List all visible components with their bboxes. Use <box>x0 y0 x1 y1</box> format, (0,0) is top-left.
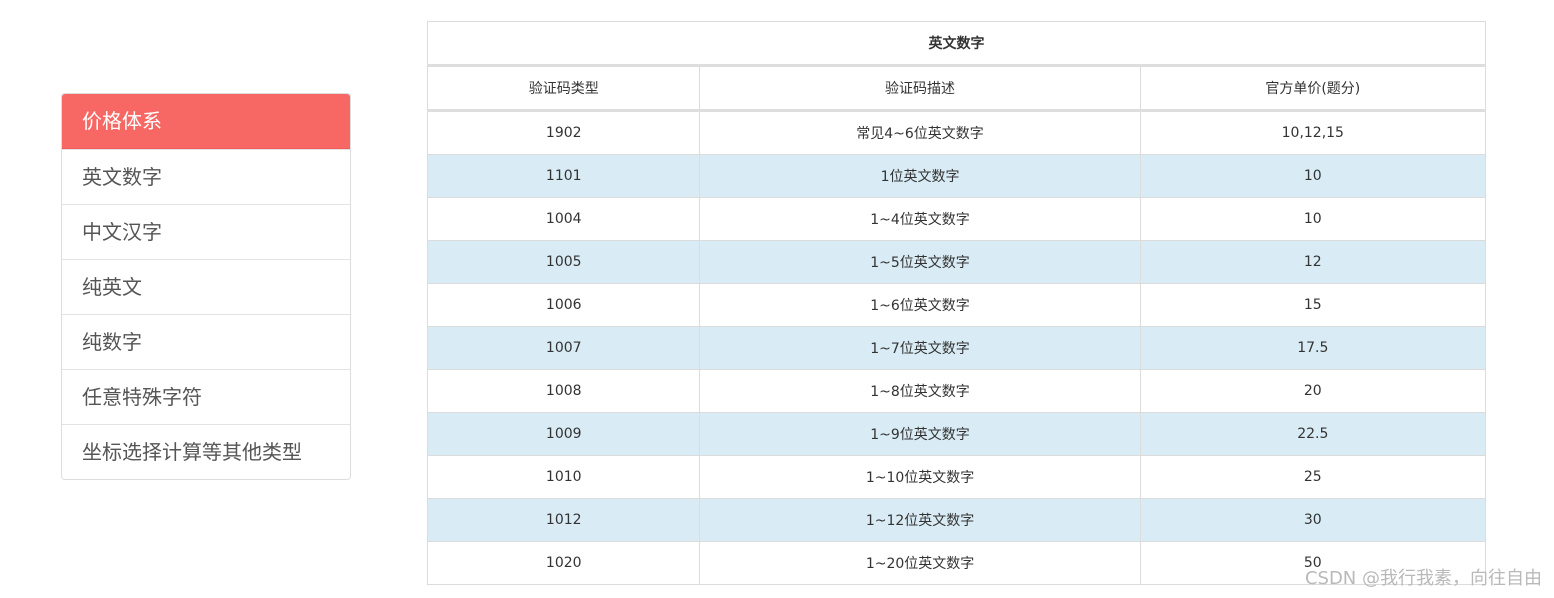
cell-description: 1~8位英文数字 <box>699 369 1141 413</box>
cell-type: 1012 <box>426 498 701 542</box>
sidebar-header: 价格体系 <box>62 94 350 149</box>
cell-description: 1~9位英文数字 <box>699 412 1141 456</box>
price-table: 英文数字 验证码类型 验证码描述 官方单价(题分) 1902 常见4~6位英文数… <box>426 21 1487 585</box>
table-row: 1012 1~12位英文数字 30 <box>426 498 1487 542</box>
table-row: 1005 1~5位英文数字 12 <box>426 240 1487 284</box>
cell-type: 1101 <box>426 154 701 198</box>
sidebar-item-chinese[interactable]: 中文汉字 <box>62 204 350 259</box>
cell-type: 1005 <box>426 240 701 284</box>
cell-price: 15 <box>1139 283 1487 327</box>
sidebar-item-other-types[interactable]: 坐标选择计算等其他类型 <box>62 424 350 479</box>
cell-type: 1008 <box>426 369 701 413</box>
table-title-row: 英文数字 <box>427 21 1486 67</box>
cell-type: 1006 <box>426 283 701 327</box>
cell-description: 1~6位英文数字 <box>699 283 1141 327</box>
cell-type: 1009 <box>426 412 701 456</box>
table-row: 1902 常见4~6位英文数字 10,12,15 <box>426 110 1487 155</box>
cell-price: 17.5 <box>1139 326 1487 370</box>
price-category-sidebar: 价格体系 英文数字 中文汉字 纯英文 纯数字 任意特殊字符 坐标选择计算等其他类… <box>61 93 351 480</box>
cell-price: 10,12,15 <box>1139 110 1487 155</box>
cell-price: 10 <box>1139 197 1487 241</box>
cell-price: 12 <box>1139 240 1487 284</box>
table-title: 英文数字 <box>427 21 1486 67</box>
table-row: 1009 1~9位英文数字 22.5 <box>426 412 1487 456</box>
cell-price: 30 <box>1139 498 1487 542</box>
cell-description: 1~4位英文数字 <box>699 197 1141 241</box>
cell-type: 1004 <box>426 197 701 241</box>
column-header-description: 验证码描述 <box>699 65 1141 112</box>
cell-description: 1~20位英文数字 <box>699 541 1141 585</box>
cell-description: 1~12位英文数字 <box>699 498 1141 542</box>
cell-price: 20 <box>1139 369 1487 413</box>
table-row: 1007 1~7位英文数字 17.5 <box>426 326 1487 370</box>
cell-type: 1010 <box>426 455 701 499</box>
cell-description: 1位英文数字 <box>699 154 1141 198</box>
csdn-watermark: CSDN @我行我素，向往自由 <box>1304 568 1542 589</box>
page: 价格体系 英文数字 中文汉字 纯英文 纯数字 任意特殊字符 坐标选择计算等其他类… <box>0 0 1554 598</box>
table-row: 1006 1~6位英文数字 15 <box>426 283 1487 327</box>
cell-description: 1~7位英文数字 <box>699 326 1141 370</box>
cell-type: 1902 <box>426 110 701 155</box>
table-row: 1010 1~10位英文数字 25 <box>426 455 1487 499</box>
cell-description: 1~5位英文数字 <box>699 240 1141 284</box>
column-header-type: 验证码类型 <box>426 65 701 112</box>
cell-price: 22.5 <box>1139 412 1487 456</box>
cell-type: 1007 <box>426 326 701 370</box>
cell-price: 10 <box>1139 154 1487 198</box>
sidebar-item-english-only[interactable]: 纯英文 <box>62 259 350 314</box>
sidebar-item-alphanumeric[interactable]: 英文数字 <box>62 149 350 204</box>
cell-type: 1020 <box>426 541 701 585</box>
sidebar-item-digits-only[interactable]: 纯数字 <box>62 314 350 369</box>
table-row: 1008 1~8位英文数字 20 <box>426 369 1487 413</box>
cell-price: 25 <box>1139 455 1487 499</box>
table-header-row: 验证码类型 验证码描述 官方单价(题分) <box>426 65 1487 112</box>
column-header-price: 官方单价(题分) <box>1139 65 1487 112</box>
cell-description: 1~10位英文数字 <box>699 455 1141 499</box>
table-row: 1101 1位英文数字 10 <box>426 154 1487 198</box>
sidebar-item-special-chars[interactable]: 任意特殊字符 <box>62 369 350 424</box>
table-row: 1004 1~4位英文数字 10 <box>426 197 1487 241</box>
cell-description: 常见4~6位英文数字 <box>699 110 1141 155</box>
